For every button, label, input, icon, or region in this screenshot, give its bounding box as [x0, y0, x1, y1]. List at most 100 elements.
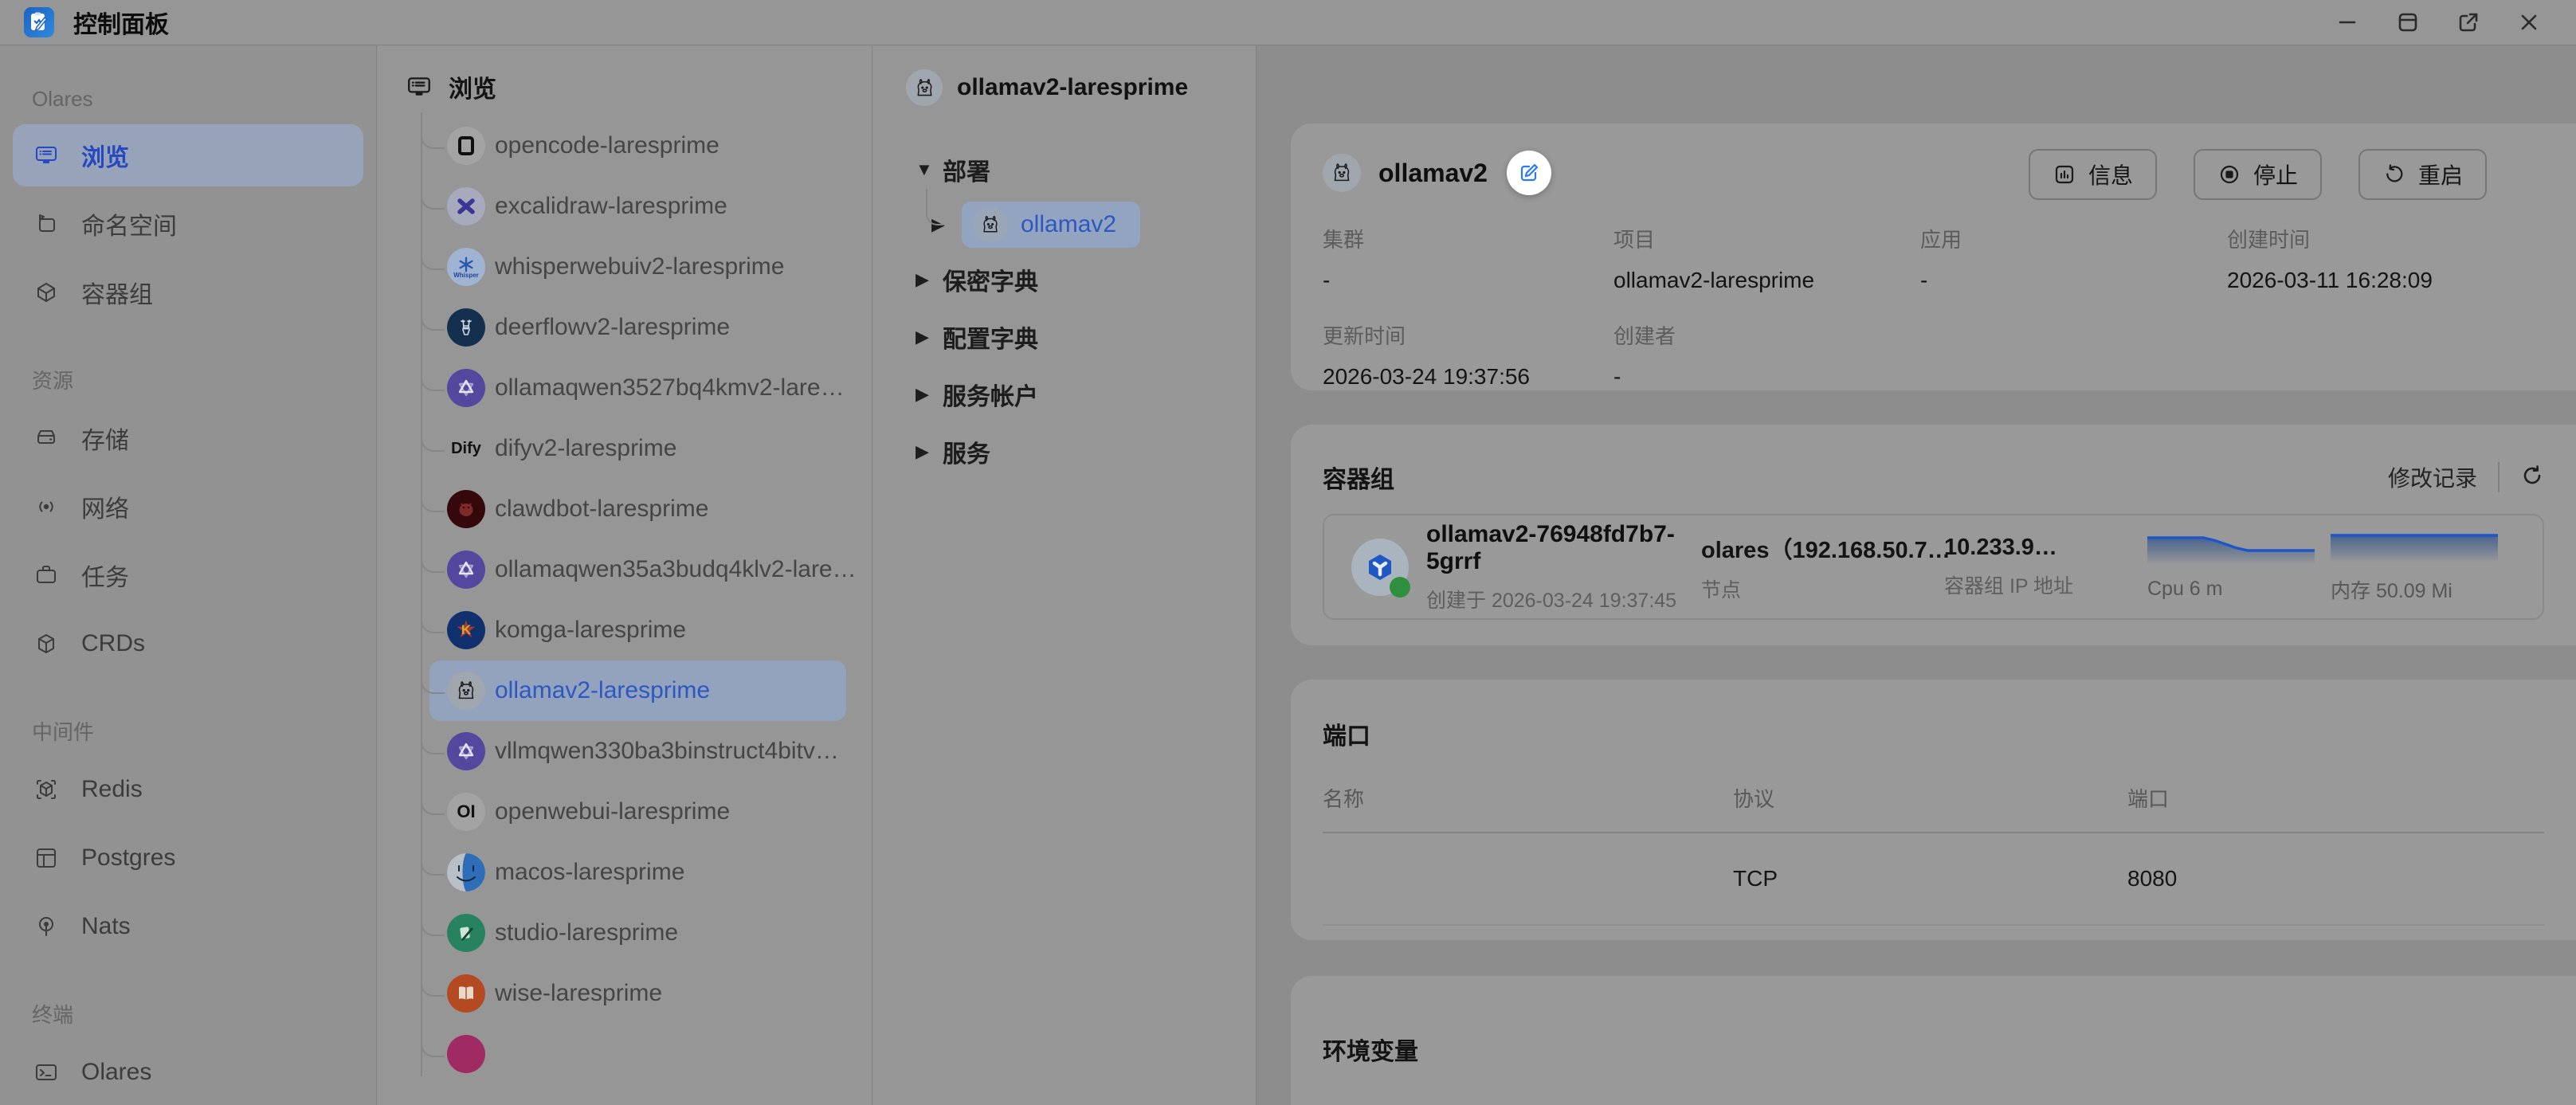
sidebar-item-label: Redis — [81, 776, 143, 803]
sidebar-item-network[interactable]: 网络 — [13, 476, 363, 538]
field-created: 创建时间 2026-03-11 16:28:09 — [2227, 224, 2488, 293]
crd-package-icon — [33, 631, 59, 656]
sidebar-item-crds[interactable]: CRDs — [13, 613, 363, 675]
list-item-deerflow[interactable]: deerflowv2-laresprime — [429, 297, 846, 358]
maximize-icon[interactable] — [2396, 10, 2420, 34]
pod-row[interactable]: ollamav2-76948fd7b7-5grrf 创建于 2026-03-24… — [1323, 514, 2544, 620]
resource-tree-title: ollamav2-laresprime — [957, 74, 1188, 101]
page-title: ollamav2 — [1378, 159, 1488, 188]
list-item-clawdbot[interactable]: clawdbot-laresprime — [429, 479, 846, 539]
ports-table-header: 名称 协议 端口 — [1323, 783, 2544, 833]
pods-card: 容器组 修改记录 ollamav2-76948fd7b7-5grrf 创建于 — [1291, 425, 2576, 645]
list-item-macos[interactable]: macos-laresprime — [429, 842, 846, 903]
ports-card-title: 端口 — [1323, 723, 1370, 750]
sidebar-item-storage[interactable]: 存储 — [13, 407, 363, 469]
sidebar-item-label: 网络 — [81, 489, 129, 524]
edit-button[interactable] — [1507, 151, 1551, 195]
tree-item-ollamav2[interactable]: ▶ ollamav2 — [900, 198, 1256, 251]
list-item-opencode[interactable]: opencode-laresprime — [429, 116, 846, 176]
pod-node-label: 节点 — [1701, 574, 1944, 603]
sidebar-section-olares: Olares — [32, 87, 363, 112]
list-item-studio[interactable]: studio-laresprime — [429, 903, 846, 963]
table-row: TCP 8080 — [1323, 833, 2544, 926]
sidebar-section-terminal: 终端 — [32, 999, 363, 1029]
chevron-down-icon[interactable]: ▼ — [916, 159, 943, 180]
openwebui-icon: OI — [447, 793, 485, 831]
close-icon[interactable] — [2517, 10, 2541, 34]
partial-app-icon — [447, 1035, 485, 1073]
tree-group-serviceaccounts[interactable]: ▶ 服务帐户 — [900, 366, 1256, 423]
sidebar-item-jobs[interactable]: 任务 — [13, 544, 363, 606]
sidebar-item-label: 浏览 — [81, 138, 129, 173]
sidebar-item-browse[interactable]: 浏览 — [13, 124, 363, 186]
refresh-icon[interactable] — [2520, 464, 2544, 492]
list-item-vllmqwen[interactable]: vllmqwen330ba3binstruct4bitv… — [429, 721, 846, 782]
info-panel-icon — [2053, 163, 2076, 186]
list-item-dify[interactable]: Dify difyv2-laresprime — [429, 418, 846, 479]
pod-created: 创建于 2026-03-24 19:37:45 — [1426, 585, 1701, 613]
sidebar: Olares 浏览 命名空间 容器组 资源 存储 网络 — [0, 45, 377, 1105]
list-item-whisperwebui[interactable]: Whisper whisperwebuiv2-laresprime — [429, 237, 846, 297]
port-protocol: TCP — [1733, 866, 2127, 891]
stop-circle-icon — [2217, 163, 2241, 186]
browse-panel-title: 浏览 — [449, 69, 496, 104]
edit-pencil-icon — [1517, 161, 1541, 185]
sidebar-item-olares-terminal[interactable]: Olares — [13, 1041, 363, 1103]
postgres-table-icon — [33, 845, 59, 871]
summary-card: ollamav2 信息 停止 重 — [1291, 123, 2576, 390]
list-item-partial[interactable] — [429, 1024, 846, 1084]
sidebar-item-label: 容器组 — [81, 275, 153, 310]
field-updated: 更新时间 2026-03-24 19:37:56 — [1323, 320, 1613, 390]
sidebar-item-pods[interactable]: 容器组 — [13, 261, 363, 323]
tree-group-deploy[interactable]: ▼ 部署 — [900, 141, 1256, 198]
tree-group-services[interactable]: ▶ 服务 — [900, 423, 1256, 480]
list-item-komga[interactable]: ★K komga-laresprime — [429, 600, 846, 660]
macos-finder-icon — [447, 853, 485, 891]
redis-cube-icon — [33, 777, 59, 802]
browse-panel: 浏览 opencode-laresprime excalidraw-laresp… — [377, 45, 872, 1105]
status-badge — [1390, 577, 1410, 598]
list-item-wise[interactable]: wise-laresprime — [429, 963, 846, 1024]
restart-button[interactable]: 重启 — [2358, 149, 2487, 200]
jobs-briefcase-icon — [33, 562, 59, 588]
field-project: 项目 ollamav2-laresprime — [1613, 224, 1920, 293]
minimize-icon[interactable] — [2335, 10, 2359, 34]
nats-antenna-icon — [33, 914, 59, 939]
stop-button[interactable]: 停止 — [2194, 149, 2322, 200]
sidebar-item-redis[interactable]: Redis — [13, 758, 363, 821]
excalidraw-icon — [447, 187, 485, 225]
tree-group-configmaps[interactable]: ▶ 配置字典 — [900, 308, 1256, 366]
pod-status-icon — [1351, 539, 1409, 596]
restart-arrow-icon — [2382, 163, 2406, 186]
info-button[interactable]: 信息 — [2029, 149, 2157, 200]
list-item-ollamaqwen1[interactable]: ollamaqwen3527bq4kmv2-lare… — [429, 358, 846, 418]
browse-icon — [33, 143, 59, 168]
env-card-title: 环境变量 — [1323, 1039, 1418, 1065]
cpu-sparkline: Cpu 6 m — [2147, 533, 2331, 601]
tree-group-secrets[interactable]: ▶ 保密字典 — [900, 251, 1256, 308]
sidebar-section-middleware: 中间件 — [32, 716, 363, 746]
chevron-right-icon[interactable]: ▶ — [916, 327, 943, 347]
qwen-icon — [447, 369, 485, 407]
list-item-ollamaqwen2[interactable]: ollamaqwen35a3budq4klv2-lare… — [429, 539, 846, 600]
chevron-right-icon[interactable]: ▶ — [916, 269, 943, 290]
sidebar-item-nats[interactable]: Nats — [13, 895, 363, 958]
chevron-right-icon[interactable]: ▶ — [931, 214, 952, 235]
browse-tree: opencode-laresprime excalidraw-laresprim… — [406, 116, 872, 1084]
list-item-excalidraw[interactable]: excalidraw-laresprime — [429, 176, 846, 237]
revision-records-link[interactable]: 修改记录 — [2388, 461, 2477, 493]
env-card: 环境变量 — [1291, 976, 2576, 1105]
open-in-new-icon[interactable] — [2456, 10, 2480, 34]
list-item-openwebui[interactable]: OI openwebui-laresprime — [429, 782, 846, 842]
list-item-ollamav2[interactable]: ollamav2-laresprime — [429, 660, 846, 721]
sidebar-item-namespace[interactable]: 命名空间 — [13, 193, 363, 255]
column-header-name: 名称 — [1323, 783, 1733, 813]
sidebar-item-postgres[interactable]: Postgres — [13, 827, 363, 889]
sidebar-item-label: Nats — [81, 913, 131, 940]
chevron-right-icon[interactable]: ▶ — [916, 441, 943, 462]
column-header-protocol: 协议 — [1733, 783, 2127, 813]
ports-card: 端口 名称 协议 端口 TCP 8080 — [1291, 680, 2576, 940]
pods-cube-icon — [33, 280, 59, 305]
pod-name: ollamav2-76948fd7b7-5grrf — [1426, 521, 1701, 575]
chevron-right-icon[interactable]: ▶ — [916, 384, 943, 405]
